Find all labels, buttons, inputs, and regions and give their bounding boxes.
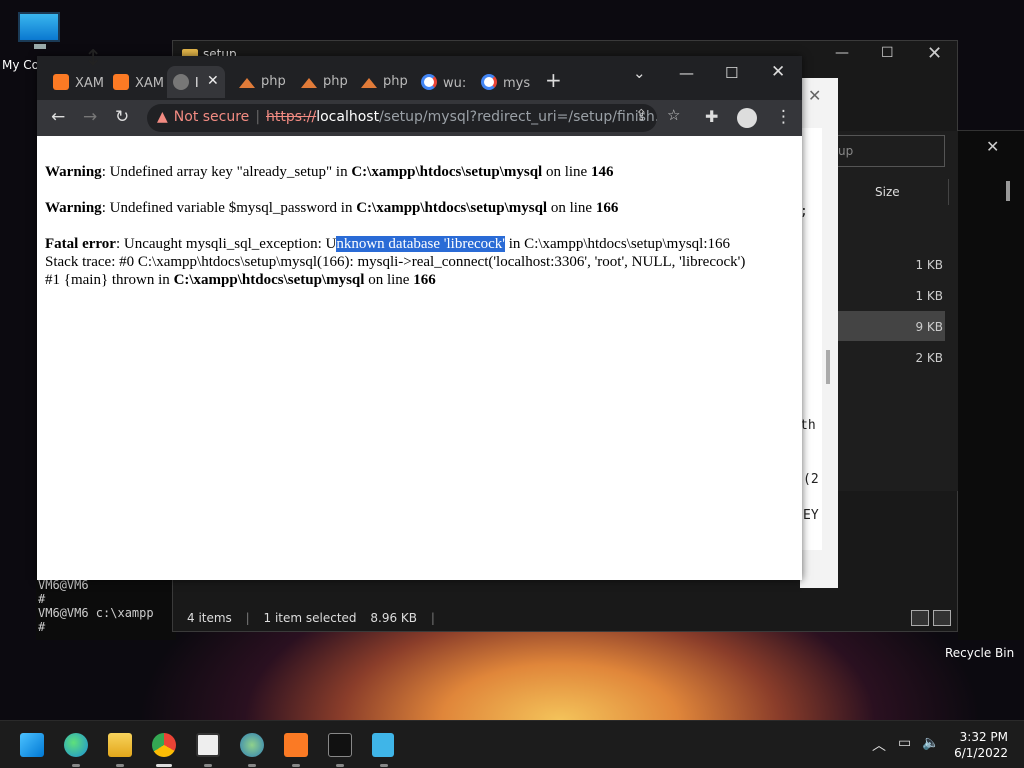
resize-cursor-icon: ↕ — [84, 46, 103, 71]
tab-google-2[interactable]: mys — [475, 66, 535, 98]
tab-label: php — [261, 74, 286, 89]
close-icon[interactable]: ✕ — [927, 43, 942, 64]
share-icon[interactable]: ⇪ — [635, 106, 648, 124]
file-size: 1 KB — [915, 258, 943, 272]
stack-trace-line: Stack trace: #0 C:\xampp\htdocs\setup\my… — [45, 254, 746, 270]
cmd-line: # — [38, 592, 46, 606]
url-host: localhost — [316, 109, 380, 125]
browser-window[interactable]: XAM XAM l ✕ php php php wu: mys + ⌄ — ☐ … — [37, 56, 802, 580]
recycle-bin-label[interactable]: Recycle Bin — [945, 646, 1014, 660]
not-secure-label[interactable]: Not secure — [174, 109, 250, 125]
tab-php-3[interactable]: php — [355, 66, 415, 98]
browser-toolbar: ← → ↻ ▲ Not secure | https://localhost/setu… — [37, 100, 802, 136]
column-header-size[interactable]: Size — [833, 179, 949, 205]
xampp-icon — [113, 74, 129, 90]
back-button[interactable]: ← — [51, 107, 65, 127]
clock-date: 6/1/2022 — [954, 746, 1008, 760]
new-tab-button[interactable]: + — [545, 68, 562, 92]
minimize-button[interactable]: — — [679, 64, 694, 82]
clock-time: 3:32 PM — [959, 730, 1008, 744]
maximize-icon[interactable]: ☐ — [881, 45, 894, 61]
maximize-button[interactable]: ☐ — [725, 64, 738, 82]
tab-label: l — [195, 76, 199, 91]
file-size: 1 KB — [915, 289, 943, 303]
command-prompt-icon[interactable] — [328, 733, 352, 757]
scrollbar[interactable] — [1006, 181, 1010, 201]
reload-button[interactable]: ↻ — [115, 107, 129, 127]
page-content: Warning: Undefined array key "already_se… — [37, 136, 802, 580]
details-view-icon[interactable] — [911, 610, 929, 626]
tab-php-2[interactable]: php — [295, 66, 355, 98]
notepad-icon[interactable] — [372, 733, 394, 757]
edge-browser-icon[interactable] — [64, 733, 88, 757]
url-scheme: https:// — [266, 109, 317, 125]
search-input[interactable]: up — [833, 135, 945, 167]
fatal-error-message: Fatal error: Uncaught mysqli_sql_excepti… — [45, 236, 746, 288]
forward-button[interactable]: → — [83, 107, 97, 127]
tab-xampp-2[interactable]: XAM — [107, 66, 167, 98]
terminal-window[interactable]: ✕ — [958, 130, 1024, 640]
file-size: 2 KB — [915, 351, 943, 365]
tab-search-chevron-icon[interactable]: ⌄ — [633, 64, 646, 82]
globe-icon — [173, 74, 189, 90]
tab-close-icon[interactable]: ✕ — [207, 73, 219, 89]
warning-message: Warning: Undefined variable $mysql_passw… — [45, 200, 619, 216]
menu-kebab-icon[interactable]: ⋮ — [775, 107, 792, 127]
file-explorer-icon[interactable] — [108, 733, 132, 757]
tab-label: php — [323, 74, 348, 89]
close-icon[interactable]: ✕ — [808, 86, 821, 105]
tab-label: XAM — [135, 76, 165, 91]
address-bar[interactable]: ▲ Not secure | https://localhost/setup/mysq… — [147, 104, 657, 132]
tab-label: mys — [503, 76, 531, 91]
show-hidden-icons-chevron-icon[interactable]: ︿ — [872, 735, 886, 755]
taskbar: ︿ ▭ 🔈 3:32 PM 6/1/2022 — [0, 720, 1024, 768]
code-fragment: EY — [803, 508, 819, 523]
tab-label: php — [383, 74, 408, 89]
selected-size: 8.96 KB — [370, 611, 418, 625]
cmd-line: # — [38, 620, 46, 634]
code-fragment: (2 — [803, 472, 819, 487]
item-count: 4 items — [187, 611, 232, 625]
tab-label: wu: — [443, 76, 467, 91]
close-icon[interactable]: ✕ — [986, 137, 999, 156]
extensions-puzzle-icon[interactable]: ✚ — [705, 107, 718, 126]
cmd-line: VM6@VM6 c:\xampp — [38, 606, 154, 620]
status-bar: 4 items | 1 item selected 8.96 KB | — [187, 611, 435, 625]
volume-icon[interactable]: 🔈 — [922, 735, 939, 751]
php-icon — [361, 78, 377, 88]
warning-message: Warning: Undefined array key "already_se… — [45, 164, 614, 180]
display-icon[interactable]: ▭ — [898, 735, 911, 751]
clock[interactable]: 3:32 PM 6/1/2022 — [948, 729, 1008, 761]
google-icon — [421, 74, 437, 90]
code-fragment: th — [800, 418, 816, 433]
this-pc-label: My Co — [2, 58, 39, 72]
selected-text[interactable]: nknown database 'librecock' — [336, 236, 506, 252]
tab-label: XAM — [75, 76, 105, 91]
network-globe-icon[interactable] — [240, 733, 264, 757]
file-size: 9 KB — [915, 320, 943, 334]
bookmark-star-icon[interactable]: ☆ — [667, 106, 680, 124]
7zip-icon[interactable] — [196, 733, 220, 757]
monitor-icon — [18, 12, 60, 42]
tab-php-1[interactable]: php — [233, 66, 293, 98]
tab-strip[interactable]: XAM XAM l ✕ php php php wu: mys + ⌄ — ☐ … — [37, 56, 802, 100]
xampp-control-icon[interactable] — [284, 733, 308, 757]
php-icon — [301, 78, 317, 88]
file-list[interactable]: up Size 1 KB 1 KB 9 KB 2 KB — [833, 131, 959, 491]
cmd-line: VM6@VM6 — [38, 578, 89, 592]
php-icon — [239, 78, 255, 88]
warning-triangle-icon[interactable]: ▲ — [157, 109, 168, 125]
google-icon — [481, 74, 497, 90]
minimize-icon[interactable]: — — [835, 45, 849, 61]
tiles-view-icon[interactable] — [933, 610, 951, 626]
start-windows-icon[interactable] — [20, 733, 44, 757]
chrome-icon[interactable] — [152, 733, 176, 757]
url-path: /setup/mysql?redirect_uri=/setup/finish.… — [379, 109, 657, 125]
profile-avatar-icon[interactable] — [737, 108, 757, 128]
xampp-icon — [53, 74, 69, 90]
close-button[interactable]: ✕ — [771, 62, 785, 82]
scrollbar[interactable] — [826, 350, 830, 384]
selected-count: 1 item selected — [263, 611, 357, 625]
tab-google-1[interactable]: wu: — [415, 66, 475, 98]
